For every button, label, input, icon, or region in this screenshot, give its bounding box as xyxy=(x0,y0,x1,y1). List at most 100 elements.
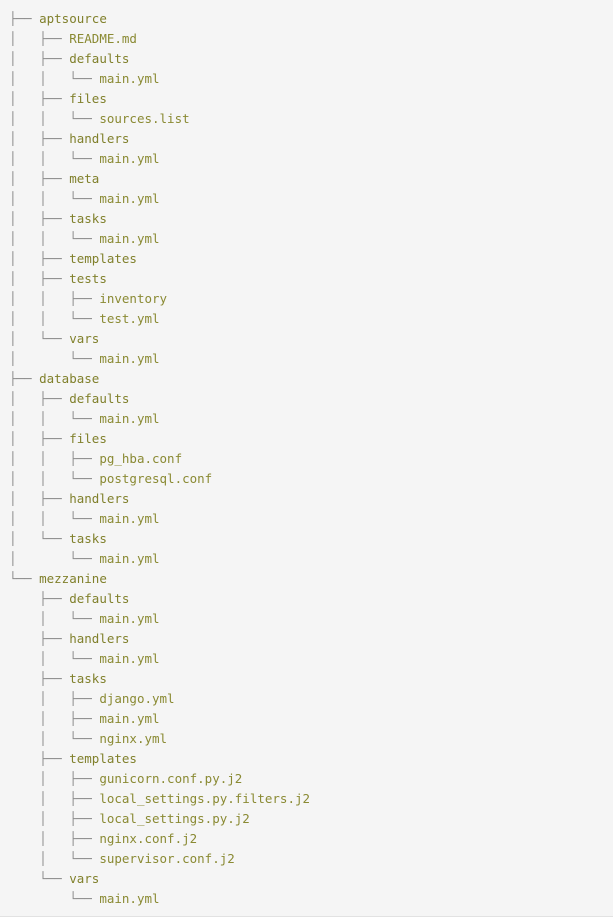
tree-branch-glyph: └── xyxy=(9,891,100,906)
tree-row: │ │ ├── inventory xyxy=(0,289,613,309)
tree-output: ├── aptsource │ ├── README.md │ ├── defaul… xyxy=(0,0,613,917)
tree-row: ├── database xyxy=(0,369,613,389)
tree-row: │ ├── django.yml xyxy=(0,689,613,709)
tree-row: │ │ └── main.yml xyxy=(0,69,613,89)
tree-branch-glyph: ├── xyxy=(9,631,70,646)
tree-row: │ └── main.yml xyxy=(0,609,613,629)
tree-row: │ ├── files xyxy=(0,89,613,109)
tree-branch-glyph: │ │ └── xyxy=(9,111,100,126)
tree-row-list: ├── aptsource │ ├── README.md │ ├── defaul… xyxy=(0,9,613,909)
directory-entry-label: templates xyxy=(69,751,137,766)
tree-row: ├── templates xyxy=(0,749,613,769)
file-entry-label: main.yml xyxy=(99,351,160,366)
directory-entry-label: tasks xyxy=(69,671,107,686)
tree-row: │ ├── main.yml xyxy=(0,709,613,729)
file-entry-label: main.yml xyxy=(99,231,160,246)
tree-branch-glyph: │ └── xyxy=(9,351,100,366)
tree-branch-glyph: │ └── xyxy=(9,611,100,626)
tree-row: │ │ └── main.yml xyxy=(0,229,613,249)
tree-branch-glyph: │ ├── xyxy=(9,831,100,846)
tree-row: │ ├── defaults xyxy=(0,389,613,409)
file-entry-label: README.md xyxy=(69,31,137,46)
tree-branch-glyph: │ ├── xyxy=(9,271,70,286)
tree-branch-glyph: └── xyxy=(9,571,40,586)
file-entry-label: main.yml xyxy=(99,71,160,86)
tree-branch-glyph: │ ├── xyxy=(9,131,70,146)
directory-entry-label: database xyxy=(39,371,100,386)
tree-row: │ ├── tasks xyxy=(0,209,613,229)
file-entry-label: main.yml xyxy=(99,611,160,626)
directory-entry-label: mezzanine xyxy=(39,571,107,586)
tree-row: │ ├── gunicorn.conf.py.j2 xyxy=(0,769,613,789)
tree-row: ├── handlers xyxy=(0,629,613,649)
tree-branch-glyph: │ │ └── xyxy=(9,191,100,206)
directory-entry-label: aptsource xyxy=(39,11,107,26)
tree-row: │ │ └── main.yml xyxy=(0,409,613,429)
directory-entry-label: files xyxy=(69,431,107,446)
tree-branch-glyph: │ ├── xyxy=(9,791,100,806)
tree-row: │ ├── local_settings.py.j2 xyxy=(0,809,613,829)
tree-branch-glyph: │ └── xyxy=(9,651,100,666)
directory-entry-label: vars xyxy=(69,871,100,886)
tree-branch-glyph: │ └── xyxy=(9,551,100,566)
tree-branch-glyph: │ ├── xyxy=(9,491,70,506)
tree-row: ├── defaults xyxy=(0,589,613,609)
tree-row: │ │ └── main.yml xyxy=(0,189,613,209)
tree-branch-glyph: ├── xyxy=(9,751,70,766)
tree-row: │ ├── README.md xyxy=(0,29,613,49)
tree-branch-glyph: │ │ └── xyxy=(9,231,100,246)
directory-entry-label: handlers xyxy=(69,131,130,146)
tree-branch-glyph: │ └── xyxy=(9,331,70,346)
file-entry-label: main.yml xyxy=(99,151,160,166)
tree-row: │ ├── nginx.conf.j2 xyxy=(0,829,613,849)
tree-row: ├── aptsource xyxy=(0,9,613,29)
directory-entry-label: handlers xyxy=(69,631,130,646)
tree-row: │ │ └── main.yml xyxy=(0,149,613,169)
file-entry-label: nginx.yml xyxy=(99,731,168,746)
tree-branch-glyph: │ ├── xyxy=(9,691,100,706)
tree-row: │ └── main.yml xyxy=(0,349,613,369)
tree-branch-glyph: │ ├── xyxy=(9,431,70,446)
tree-row: │ ├── meta xyxy=(0,169,613,189)
file-entry-label: local_settings.py.filters.j2 xyxy=(99,791,311,806)
directory-entry-label: files xyxy=(69,91,107,106)
tree-branch-glyph: │ │ ├── xyxy=(9,451,100,466)
directory-entry-label: tests xyxy=(69,271,107,286)
tree-row: │ └── main.yml xyxy=(0,649,613,669)
tree-row: │ └── nginx.yml xyxy=(0,729,613,749)
tree-branch-glyph: │ ├── xyxy=(9,391,70,406)
tree-row: │ │ └── sources.list xyxy=(0,109,613,129)
tree-branch-glyph: ├── xyxy=(9,671,70,686)
file-entry-label: postgresql.conf xyxy=(99,471,213,486)
file-entry-label: pg_hba.conf xyxy=(99,451,183,466)
tree-row: │ │ └── test.yml xyxy=(0,309,613,329)
tree-branch-glyph: │ ├── xyxy=(9,811,100,826)
directory-entry-label: tasks xyxy=(69,211,107,226)
file-entry-label: main.yml xyxy=(99,191,160,206)
tree-branch-glyph: │ │ └── xyxy=(9,311,100,326)
tree-branch-glyph: │ │ └── xyxy=(9,511,100,526)
directory-entry-label: defaults xyxy=(69,391,130,406)
file-entry-label: main.yml xyxy=(99,411,160,426)
tree-row: │ ├── handlers xyxy=(0,489,613,509)
tree-branch-glyph: │ │ └── xyxy=(9,151,100,166)
tree-branch-glyph: │ ├── xyxy=(9,771,100,786)
tree-branch-glyph: │ ├── xyxy=(9,251,70,266)
directory-entry-label: vars xyxy=(69,331,100,346)
file-entry-label: main.yml xyxy=(99,511,160,526)
tree-branch-glyph: ├── xyxy=(9,371,40,386)
tree-row: │ ├── tests xyxy=(0,269,613,289)
tree-row: │ ├── handlers xyxy=(0,129,613,149)
tree-row: └── mezzanine xyxy=(0,569,613,589)
file-entry-label: test.yml xyxy=(99,311,160,326)
file-entry-label: main.yml xyxy=(99,651,160,666)
tree-row: │ ├── local_settings.py.filters.j2 xyxy=(0,789,613,809)
file-entry-label: django.yml xyxy=(99,691,175,706)
tree-row: │ │ ├── pg_hba.conf xyxy=(0,449,613,469)
tree-branch-glyph: │ ├── xyxy=(9,31,70,46)
directory-entry-label: defaults xyxy=(69,51,130,66)
tree-branch-glyph: └── xyxy=(9,871,70,886)
tree-row: │ ├── templates xyxy=(0,249,613,269)
tree-branch-glyph: │ ├── xyxy=(9,211,70,226)
tree-row: │ └── vars xyxy=(0,329,613,349)
